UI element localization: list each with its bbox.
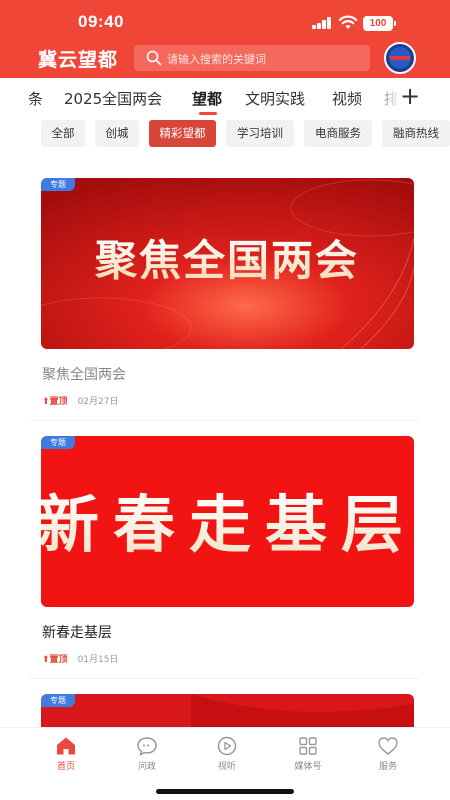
card-meta: ⬆置顶 01月15日 [42,655,119,665]
card-date: 01月15日 [77,655,119,665]
divider [30,678,420,679]
battery-icon: 100 [363,16,396,31]
app-logo: 冀云望都 [38,49,119,71]
home-indicator[interactable] [156,789,294,794]
status-bar: 09:40 100 [0,0,450,42]
grid-icon [299,737,317,755]
play-icon [217,736,237,756]
chip-active[interactable]: 精彩望都 [149,120,216,147]
card-image[interactable]: 新春走基层 专题 [41,436,414,607]
heart-icon [378,737,398,755]
channel-tab[interactable]: 文明实践 [245,88,305,109]
divider [30,420,420,421]
channel-tab-active[interactable]: 望都 [192,88,222,109]
app-header: 09:40 100 冀云望都 请输入搜索的关键词 [0,0,450,78]
channel-tab[interactable]: 2025全国两会 [64,88,162,109]
search-placeholder: 请输入搜索的关键词 [167,53,266,66]
banner-image: 新春走基层 [41,436,414,607]
category-chips: 全部 创城 精彩望都 学习培训 电商服务 融商热线 [0,118,450,154]
topic-badge: 专题 [41,178,75,191]
chip[interactable]: 电商服务 [304,120,372,147]
chip[interactable]: 创城 [95,120,139,147]
banner-title: 新春走基层 [41,488,414,561]
banner-image: 聚焦全国两会 [41,178,414,349]
topic-badge: 专题 [41,436,75,449]
chip[interactable]: 学习培训 [226,120,294,147]
card-image[interactable]: 聚焦全国两会 专题 [41,178,414,349]
tab-shiting[interactable]: 视听 [197,736,257,772]
chat-icon [137,737,157,756]
chip[interactable]: 融商热线 [382,120,450,147]
wifi-icon [338,15,358,29]
add-channel-button[interactable]: + [398,84,422,110]
cellular-signal-icon [312,17,334,29]
channel-tab[interactable]: 视频 [332,88,362,109]
tab-home[interactable]: 首页 [36,736,96,772]
topic-badge: 专题 [41,694,75,707]
user-avatar-icon[interactable] [384,42,416,74]
banner-title: 聚焦全国两会 [94,236,359,285]
tab-fuwu[interactable]: 服务 [358,736,418,772]
status-time: 09:40 [78,12,124,31]
pin-icon: ⬆ [42,655,50,665]
card-title[interactable]: 新春走基层 [42,622,112,642]
channel-tab[interactable]: 条 [28,88,43,109]
card-title[interactable]: 聚焦全国两会 [42,364,126,384]
tab-wenzheng[interactable]: 问政 [117,736,177,772]
home-icon [57,737,75,755]
channel-tabs: 条 2025全国两会 望都 文明实践 视频 排 + [0,78,450,118]
search-icon [146,50,162,66]
active-tab-indicator [199,112,217,115]
tab-meitihao[interactable]: 媒体号 [278,736,338,772]
pin-icon: ⬆ [42,397,50,407]
card-date: 02月27日 [77,397,119,407]
search-bar[interactable]: 请输入搜索的关键词 [134,45,370,71]
chip[interactable]: 全部 [41,120,85,147]
card-meta: ⬆置顶 02月27日 [42,397,119,407]
